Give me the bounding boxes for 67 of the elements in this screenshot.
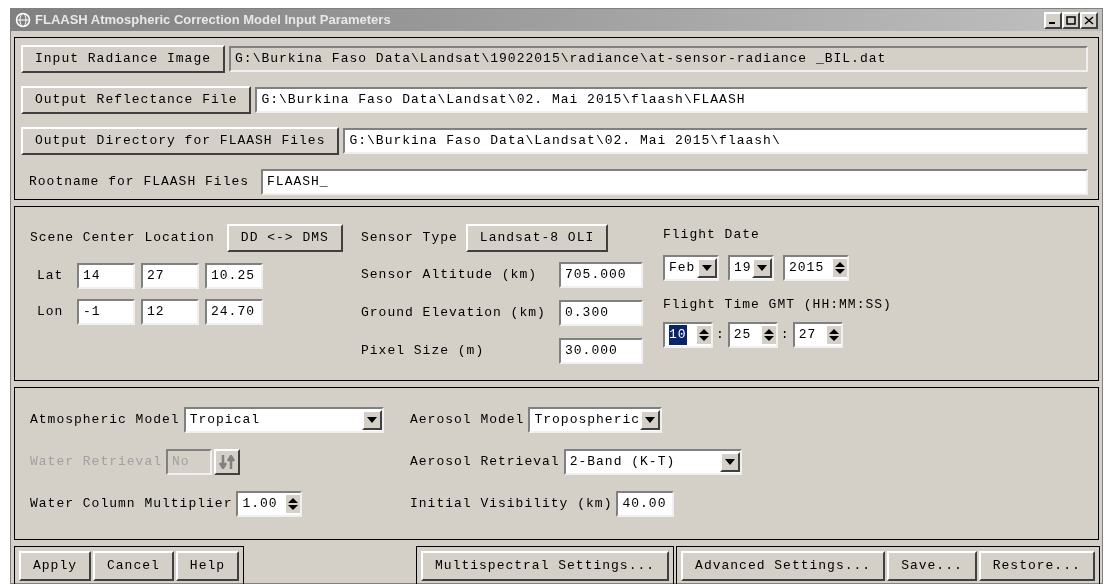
dropdown[interactable]: Tropospheric — [528, 407, 663, 433]
section-label: Scene Center Location — [30, 229, 215, 248]
dropdown-caret-icon[interactable] — [719, 452, 740, 472]
dropdown-caret-icon[interactable] — [361, 410, 382, 430]
path-field[interactable]: FLAASH_ — [261, 169, 1088, 195]
coordinate-field[interactable]: 10.25 — [205, 263, 263, 289]
action-button[interactable]: Multispectral Settings... — [421, 551, 670, 581]
coordinate-label: Lat — [37, 267, 65, 286]
spinner-arrows-icon[interactable] — [697, 326, 711, 344]
field-label: Initial Visibility (km) — [410, 495, 613, 514]
path-field[interactable]: G:\Burkina Faso Data\Landsat\02. Mai 2015\flaash\FLAASH — [255, 87, 1088, 113]
coordinate-field[interactable]: 12 — [141, 299, 199, 325]
field-label: Ground Elevation (km) — [361, 304, 546, 323]
month-dropdown[interactable]: Feb — [663, 254, 719, 281]
spinner-arrows-icon[interactable] — [833, 258, 847, 277]
time-spinner[interactable]: 25 — [727, 322, 778, 348]
path-field[interactable]: G:\Burkina Faso Data\Landsat\02. Mai 2015\flaash\ — [343, 128, 1088, 154]
close-icon[interactable] — [1080, 11, 1098, 29]
dropdown-caret-icon[interactable] — [752, 257, 772, 278]
convert-button[interactable]: DD <-> DMS — [226, 224, 343, 252]
spinner-arrows-icon[interactable] — [761, 326, 776, 344]
section-label: Flight Date — [663, 226, 761, 244]
field-label: Sensor Type — [361, 229, 458, 248]
input-field[interactable]: 0.300 — [559, 300, 643, 326]
action-button[interactable]: Apply — [19, 551, 91, 581]
input-field[interactable]: 705.000 — [559, 262, 643, 288]
spinner-arrows-icon[interactable] — [286, 495, 301, 513]
action-button[interactable]: Cancel — [93, 551, 174, 581]
field-label: Atmospheric Model — [30, 411, 180, 430]
field-label: Aerosol Model — [410, 411, 525, 430]
field-label: Aerosol Retrieval — [410, 453, 560, 472]
field-label: Water Column Multiplier — [30, 495, 233, 514]
input-field[interactable]: 40.00 — [616, 491, 675, 517]
day-dropdown[interactable]: 19 — [728, 254, 774, 281]
field-label: Sensor Altitude (km) — [361, 266, 538, 285]
dropdown[interactable]: Tropical — [183, 407, 384, 433]
time-separator: : — [716, 326, 725, 345]
coordinate-field[interactable]: -1 — [77, 299, 135, 325]
time-spinner[interactable]: 27 — [792, 322, 843, 348]
input-field[interactable]: 30.000 — [559, 338, 643, 364]
maximize-icon[interactable] — [1062, 11, 1080, 29]
dropdown-caret-icon[interactable] — [697, 257, 717, 278]
dropdown[interactable]: 2-Band (K-T) — [563, 449, 742, 475]
swap-arrows-icon[interactable] — [214, 449, 241, 475]
coordinate-field[interactable]: 24.70 — [205, 299, 263, 325]
coordinate-field[interactable]: 27 — [141, 263, 199, 289]
time-spinner[interactable]: 10 — [663, 322, 713, 348]
section-label: Flight Time GMT (HH:MM:SS) — [663, 295, 892, 314]
field-label: Rootname for FLAASH Files — [28, 173, 251, 192]
year-spinner[interactable]: 2015 — [783, 254, 849, 281]
field-label: Pixel Size (m) — [361, 342, 485, 361]
window-title: FLAASH Atmospheric Correction Model Input Parameters — [35, 11, 392, 30]
minimize-icon[interactable] — [1044, 11, 1062, 29]
coordinate-label: Lon — [37, 303, 65, 322]
globe-icon — [15, 12, 31, 28]
coordinate-field[interactable]: 14 — [77, 263, 135, 289]
action-button[interactable]: Help — [175, 551, 240, 581]
sensor-type-button[interactable]: Landsat-8 OLI — [465, 224, 609, 252]
action-button[interactable]: Advanced Settings... — [681, 551, 886, 581]
spinner-field[interactable]: 1.00 — [236, 491, 303, 517]
action-button[interactable]: Save... — [887, 551, 977, 581]
time-separator: : — [780, 326, 790, 345]
file-button[interactable]: Output Reflectance File — [21, 86, 252, 114]
action-button[interactable]: Restore... — [978, 551, 1095, 581]
dropdown-caret-icon[interactable] — [640, 410, 661, 430]
file-button[interactable]: Output Directory for FLAASH Files — [21, 127, 340, 155]
spinner-arrows-icon[interactable] — [826, 326, 841, 344]
